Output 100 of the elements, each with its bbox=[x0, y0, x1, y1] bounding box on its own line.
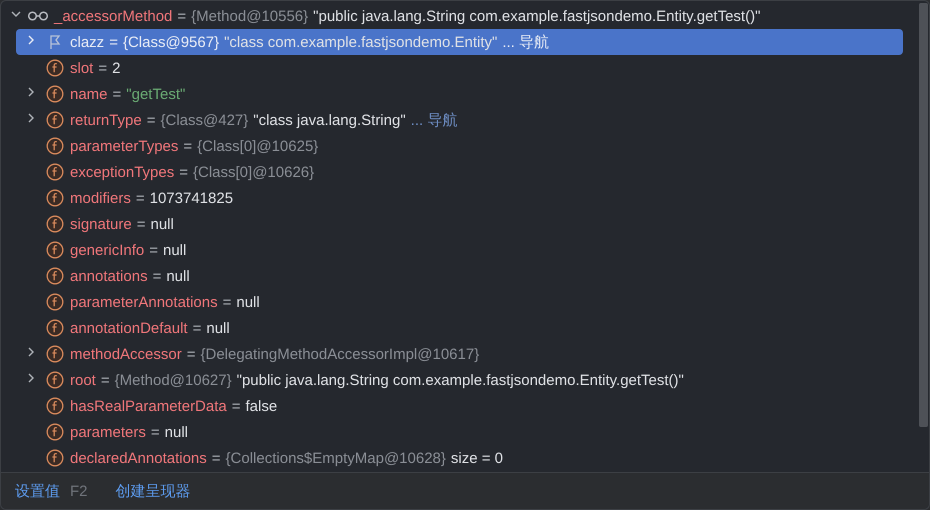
variable-name: exceptionTypes bbox=[70, 164, 174, 180]
variable-name: hasRealParameterData bbox=[70, 398, 227, 414]
variable-value: null bbox=[162, 242, 186, 258]
equals-sign: = bbox=[136, 190, 145, 206]
shortcut-hint: F2 bbox=[70, 482, 88, 500]
variable-value: 2 bbox=[112, 60, 120, 76]
field-icon bbox=[46, 397, 64, 415]
variable-type: {Class[0]@10625} bbox=[197, 138, 318, 154]
field-icon bbox=[46, 371, 64, 389]
variable-name: annotationDefault bbox=[70, 320, 188, 336]
equals-sign: = bbox=[177, 8, 186, 24]
tree-row[interactable]: annotations = null bbox=[16, 263, 903, 289]
variable-name: slot bbox=[70, 60, 94, 76]
variable-name: signature bbox=[70, 216, 132, 232]
variable-name: root bbox=[70, 372, 96, 388]
tree-row[interactable]: _accessorMethod = {Method@10556} "public java.lang.String com.example.fastjsondemo.Entity.getTest()" bbox=[1, 3, 903, 29]
variable-name: clazz bbox=[70, 34, 104, 50]
variable-value: null bbox=[236, 294, 260, 310]
tree-row[interactable]: exceptionTypes = {Class[0]@10626} bbox=[16, 159, 903, 185]
field-icon bbox=[46, 241, 64, 259]
variable-type: {Method@10556} bbox=[191, 8, 308, 24]
variable-value: "class java.lang.String" bbox=[253, 112, 406, 128]
navigate-link[interactable]: ... 导航 bbox=[502, 32, 550, 52]
equals-sign: = bbox=[222, 294, 232, 310]
field-icon bbox=[46, 137, 64, 155]
equals-sign: = bbox=[109, 34, 118, 50]
variable-name: declaredAnnotations bbox=[70, 450, 207, 466]
navigate-link[interactable]: ... 导航 bbox=[410, 110, 458, 130]
variable-name: parameterTypes bbox=[70, 138, 178, 154]
tree-row[interactable]: hasRealParameterData = false bbox=[16, 393, 903, 419]
tree-row[interactable]: slot = 2 bbox=[16, 55, 903, 81]
equals-sign: = bbox=[100, 372, 110, 388]
equals-sign: = bbox=[186, 346, 196, 362]
variable-type: {Class@9567} bbox=[122, 34, 220, 50]
field-icon bbox=[46, 85, 64, 103]
field-icon bbox=[46, 345, 64, 363]
tree-row[interactable]: modifiers = 1073741825 bbox=[16, 185, 903, 211]
tree-row[interactable]: clazz = {Class@9567} "class com.example.fastjsondemo.Entity" ... 导航 bbox=[16, 29, 903, 55]
equals-sign: = bbox=[146, 112, 156, 128]
tree-row[interactable]: signature = null bbox=[16, 211, 903, 237]
equals-sign: = bbox=[150, 424, 160, 440]
variable-value: "public java.lang.String com.example.fastjsondemo.Entity.getTest()" bbox=[313, 8, 760, 24]
equals-sign: = bbox=[136, 216, 146, 232]
variable-name: methodAccessor bbox=[70, 346, 182, 362]
glasses-icon bbox=[27, 9, 49, 23]
field-icon bbox=[46, 293, 64, 311]
variable-name: modifiers bbox=[70, 190, 131, 206]
variable-value: size = 0 bbox=[450, 450, 504, 466]
tree-row[interactable]: parameters = null bbox=[16, 419, 903, 445]
variable-type: {Collections$EmptyMap@10628} bbox=[226, 450, 446, 466]
variable-type: {DelegatingMethodAccessorImpl@10617} bbox=[200, 346, 480, 362]
equals-sign: = bbox=[152, 268, 162, 284]
variable-value: null bbox=[166, 268, 190, 284]
tree-row[interactable]: name = "getTest" bbox=[16, 81, 903, 107]
tree-row[interactable]: methodAccessor = {DelegatingMethodAccessorImpl@10617} bbox=[16, 341, 903, 367]
tree-row[interactable]: annotationDefault = null bbox=[16, 315, 903, 341]
variable-name: name bbox=[70, 86, 108, 102]
tree-row[interactable]: returnType = {Class@427} "class java.lang.String" ... 导航 bbox=[16, 107, 903, 133]
field-icon bbox=[46, 423, 64, 441]
variable-value: "getTest" bbox=[126, 86, 186, 102]
tree-row[interactable]: declaredAnnotations = {Collections$EmptyMap@10628} size = 0 bbox=[16, 445, 903, 471]
field-icon bbox=[46, 189, 64, 207]
equals-sign: = bbox=[98, 60, 108, 76]
equals-sign: = bbox=[232, 398, 241, 414]
equals-sign: = bbox=[179, 164, 188, 180]
field-icon bbox=[46, 59, 64, 77]
equals-sign: = bbox=[112, 86, 122, 102]
equals-sign: = bbox=[192, 320, 202, 336]
field-icon bbox=[46, 111, 64, 129]
create-renderer-link[interactable]: 创建呈现器 bbox=[116, 482, 191, 500]
variable-name: genericInfo bbox=[70, 242, 144, 258]
variable-value: null bbox=[150, 216, 174, 232]
field-icon bbox=[46, 449, 64, 467]
field-icon bbox=[46, 319, 64, 337]
tree-row[interactable]: parameterTypes = {Class[0]@10625} bbox=[16, 133, 903, 159]
variable-value: false bbox=[246, 398, 278, 414]
set-value-link[interactable]: 设置值 bbox=[15, 482, 60, 500]
equals-sign: = bbox=[183, 138, 192, 154]
variable-name: annotations bbox=[70, 268, 148, 284]
tree-row[interactable]: parameterAnnotations = null bbox=[16, 289, 903, 315]
field-icon bbox=[46, 215, 64, 233]
variable-value: null bbox=[206, 320, 230, 336]
tree-row[interactable]: root = {Method@10627} "public java.lang.String com.example.fastjsondemo.Entity.getTest()" bbox=[16, 367, 903, 393]
field-icon bbox=[46, 267, 64, 285]
variable-value: "public java.lang.String com.example.fastjsondemo.Entity.getTest()" bbox=[236, 372, 684, 388]
equals-sign: = bbox=[149, 242, 158, 258]
variable-name: parameters bbox=[70, 424, 146, 440]
scrollbar-thumb[interactable] bbox=[918, 3, 928, 427]
variable-value: null bbox=[164, 424, 188, 440]
equals-sign: = bbox=[212, 450, 221, 466]
variable-value: 1073741825 bbox=[150, 190, 234, 206]
variable-name: _accessorMethod bbox=[54, 8, 172, 24]
field-icon bbox=[46, 163, 64, 181]
variable-type: {Class[0]@10626} bbox=[193, 164, 314, 180]
variable-value: "class com.example.fastjsondemo.Entity" bbox=[224, 34, 498, 50]
variable-name: returnType bbox=[70, 112, 142, 128]
tree-row[interactable]: genericInfo = null bbox=[16, 237, 903, 263]
variable-type: {Method@10627} bbox=[114, 372, 232, 388]
variable-type: {Class@427} bbox=[160, 112, 248, 128]
variable-name: parameterAnnotations bbox=[70, 294, 218, 310]
